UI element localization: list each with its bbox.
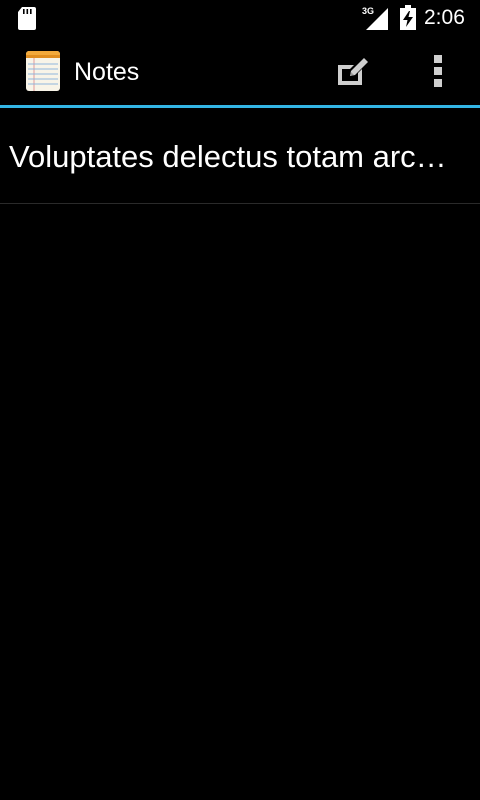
compose-note-icon bbox=[338, 58, 368, 85]
sd-card-icon bbox=[18, 7, 36, 30]
network-type-label: 3G bbox=[362, 6, 374, 16]
battery-charging-icon bbox=[400, 5, 416, 30]
app-title: Notes bbox=[74, 58, 140, 86]
notepad-icon[interactable] bbox=[26, 51, 60, 91]
compose-note-button[interactable] bbox=[322, 37, 386, 105]
note-title: Voluptates delectus totam arc… bbox=[9, 139, 447, 174]
note-list-item[interactable]: Voluptates delectus totam arc… bbox=[0, 108, 480, 204]
status-clock: 2:06 bbox=[424, 6, 465, 29]
overflow-menu-icon bbox=[434, 55, 442, 87]
signal-icon: 3G bbox=[362, 6, 388, 30]
status-bar: 3G 2:06 bbox=[0, 0, 480, 37]
overflow-menu-button[interactable] bbox=[414, 37, 462, 105]
note-list: Voluptates delectus totam arc… bbox=[0, 108, 480, 204]
action-bar: Notes bbox=[0, 37, 480, 105]
